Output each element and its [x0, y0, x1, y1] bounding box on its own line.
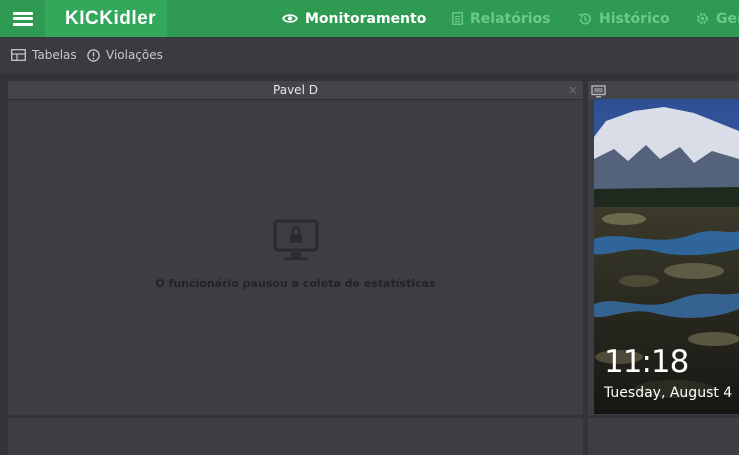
- lock-screen-time: 11:18: [604, 344, 689, 380]
- violations-button[interactable]: Violações: [87, 37, 163, 73]
- tables-button[interactable]: Tabelas: [11, 37, 77, 73]
- settings-icon: [696, 12, 709, 25]
- sub-toolbar: Tabelas Violações: [0, 37, 739, 73]
- panel-header: Pavel D ×: [8, 81, 583, 100]
- nav-relatorios[interactable]: Relatórios: [452, 0, 551, 37]
- screen-panel-header: [588, 81, 739, 99]
- eye-icon: [282, 13, 298, 24]
- violations-label: Violações: [106, 48, 163, 62]
- paused-message: O funcionário pausou a coleta de estatís…: [155, 277, 436, 290]
- hamburger-icon: [12, 11, 33, 26]
- nav-label: Relatórios: [470, 10, 551, 27]
- nav-historico[interactable]: Histórico: [578, 0, 670, 37]
- table-layout-icon: [11, 49, 26, 61]
- hamburger-menu-button[interactable]: [0, 0, 45, 37]
- logo-area[interactable]: KICKidler: [45, 0, 167, 37]
- empty-panel-slot-right: [588, 418, 739, 455]
- employee-screen-panel: 11:18 Tuesday, August 4: [588, 81, 739, 415]
- lock-screen-screenshot[interactable]: 11:18 Tuesday, August 4: [594, 99, 739, 414]
- locked-monitor-icon: [273, 219, 319, 269]
- nav-monitoramento[interactable]: Monitoramento: [282, 0, 426, 37]
- nav-label: Monitoramento: [305, 10, 427, 27]
- empty-panel-slot: [8, 418, 583, 455]
- top-navigation-bar: KICKidler Monitoramento Relatórios Histó…: [0, 0, 739, 37]
- history-icon: [578, 12, 592, 26]
- nav-label: Histórico: [599, 10, 670, 27]
- panel-title: Pavel D: [273, 83, 318, 97]
- employee-monitor-panel: Pavel D × O funcionário pausou a coleta …: [8, 81, 583, 415]
- lock-screen-date: Tuesday, August 4: [604, 385, 733, 401]
- nav-label: Ger: [716, 10, 739, 27]
- tables-label: Tabelas: [32, 48, 77, 62]
- document-icon: [452, 12, 463, 25]
- nav-ger[interactable]: Ger: [696, 0, 739, 37]
- app-logo: KICKidler: [65, 7, 157, 29]
- close-panel-button[interactable]: ×: [568, 81, 578, 99]
- alert-circle-icon: [87, 48, 100, 62]
